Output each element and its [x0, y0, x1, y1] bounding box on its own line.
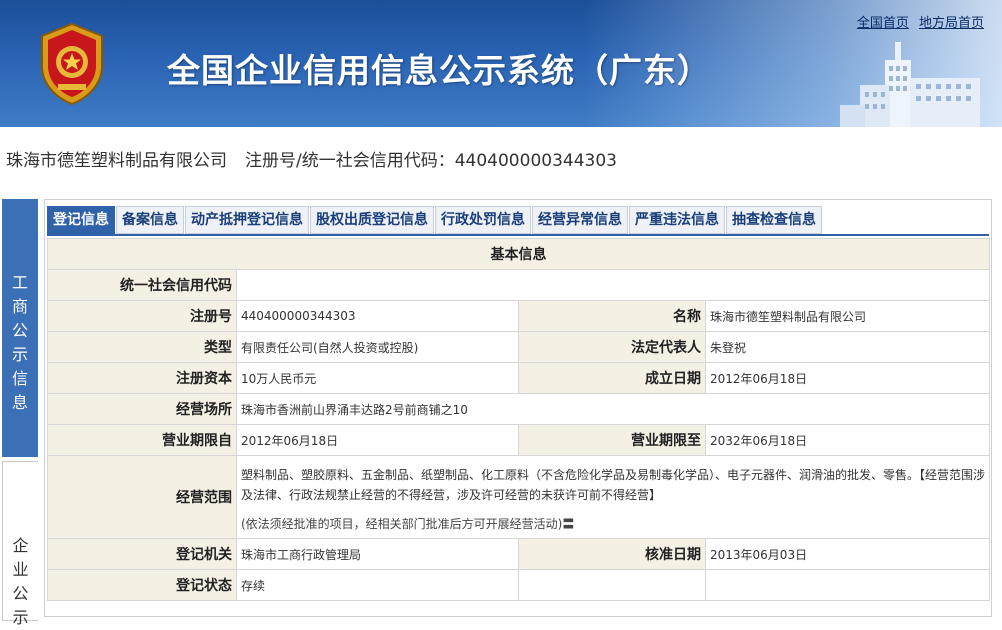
table-row: 经营场所 珠海市香洲前山界涌丰达路2号前商铺之10	[47, 393, 990, 425]
registration-code: 注册号/统一社会信用代码：440400000344303	[245, 151, 617, 171]
site-title: 全国企业信用信息公示系统（广东）	[167, 51, 711, 90]
side-tab-enterprise-info[interactable]: 企业公示	[2, 461, 38, 627]
scope-label: 经营范围	[47, 455, 237, 539]
company-name: 珠海市德笙塑料制品有限公司	[6, 151, 227, 171]
credit-code-value	[236, 269, 990, 301]
table-row: 登记机关 珠海市工商行政管理局 核准日期 2013年06月03日	[47, 538, 990, 570]
tab-registration[interactable]: 登记信息	[47, 206, 115, 234]
approval-date-value: 2013年06月03日	[705, 538, 990, 570]
table-row: 类型 有限责任公司(自然人投资或控股) 法定代表人 朱登祝	[47, 331, 990, 363]
table-row: 营业期限自 2012年06月18日 营业期限至 2032年06月18日	[47, 424, 990, 456]
authority-label: 登记机关	[47, 538, 237, 570]
tab-underline	[47, 234, 989, 236]
table-row: 经营范围 塑料制品、塑胶原料、五金制品、纸塑制品、化工原料（不含危险化学品及易制…	[47, 455, 990, 539]
reg-no-value: 440400000344303	[236, 300, 519, 332]
tab-serious-violation[interactable]: 严重违法信息	[629, 206, 725, 234]
side-tab-business-info[interactable]: 工商公示信息	[2, 199, 38, 457]
local-home-link[interactable]: 地方局首页	[919, 16, 984, 31]
building-image	[840, 42, 980, 127]
table-row: 统一社会信用代码	[47, 269, 990, 301]
approval-date-label: 核准日期	[518, 538, 706, 570]
national-home-link[interactable]: 全国首页	[857, 16, 909, 31]
capital-value: 10万人民币元	[236, 362, 519, 394]
scope-value: 塑料制品、塑胶原料、五金制品、纸塑制品、化工原料（不含危险化学品及易制毒化学品）…	[236, 455, 990, 539]
table-row: 注册资本 10万人民币元 成立日期 2012年06月18日	[47, 362, 990, 394]
name-value: 珠海市德笙塑料制品有限公司	[705, 300, 990, 332]
scope-text: 塑料制品、塑胶原料、五金制品、纸塑制品、化工原料（不含危险化学品及易制毒化学品）…	[241, 467, 986, 502]
tab-administrative-penalty[interactable]: 行政处罚信息	[435, 206, 531, 234]
table-title: 基本信息	[47, 238, 990, 270]
type-value: 有限责任公司(自然人投资或控股)	[236, 331, 519, 363]
legal-rep-label: 法定代表人	[518, 331, 706, 363]
table-row: 注册号 440400000344303 名称 珠海市德笙塑料制品有限公司	[47, 300, 990, 332]
company-heading: 珠海市德笙塑料制品有限公司 注册号/统一社会信用代码：44040000034430…	[6, 146, 617, 171]
term-from-label: 营业期限自	[47, 424, 237, 456]
site-header: 全国企业信用信息公示系统（广东） 全国首页 地方局首页	[0, 0, 1002, 127]
term-to-value: 2032年06月18日	[705, 424, 990, 456]
empty-cell	[518, 569, 706, 601]
scope-note: (依法须经批准的项目，经相关部门批准后方可开展经营活动)〓	[241, 516, 575, 531]
tab-spot-check[interactable]: 抽查检查信息	[726, 206, 822, 234]
top-links: 全国首页 地方局首页	[851, 12, 984, 31]
address-value: 珠海市香洲前山界涌丰达路2号前商铺之10	[236, 393, 990, 425]
credit-code-label: 统一社会信用代码	[47, 269, 237, 301]
est-date-label: 成立日期	[518, 362, 706, 394]
table-row: 登记状态 存续	[47, 569, 990, 601]
tab-chattel-mortgage[interactable]: 动产抵押登记信息	[185, 206, 309, 234]
legal-rep-value: 朱登祝	[705, 331, 990, 363]
type-label: 类型	[47, 331, 237, 363]
term-to-label: 营业期限至	[518, 424, 706, 456]
status-label: 登记状态	[47, 569, 237, 601]
est-date-value: 2012年06月18日	[705, 362, 990, 394]
empty-cell	[705, 569, 990, 601]
authority-value: 珠海市工商行政管理局	[236, 538, 519, 570]
status-value: 存续	[236, 569, 519, 601]
national-emblem-icon	[41, 22, 103, 106]
tab-filing[interactable]: 备案信息	[116, 206, 184, 234]
tab-bar: 登记信息 备案信息 动产抵押登记信息 股权出质登记信息 行政处罚信息 经营异常信息 严重违法…	[47, 206, 823, 234]
capital-label: 注册资本	[47, 362, 237, 394]
name-label: 名称	[518, 300, 706, 332]
address-label: 经营场所	[47, 393, 237, 425]
info-panel: 登记信息 备案信息 动产抵押登记信息 股权出质登记信息 行政处罚信息 经营异常信息 严重违法…	[44, 199, 992, 617]
table-row: 基本信息	[47, 238, 990, 270]
term-from-value: 2012年06月18日	[236, 424, 519, 456]
tab-equity-pledge[interactable]: 股权出质登记信息	[310, 206, 434, 234]
reg-no-label: 注册号	[47, 300, 237, 332]
tab-abnormal-operation[interactable]: 经营异常信息	[532, 206, 628, 234]
basic-info-table: 基本信息 统一社会信用代码 注册号 440400000344303 名称 珠海市…	[47, 238, 990, 601]
